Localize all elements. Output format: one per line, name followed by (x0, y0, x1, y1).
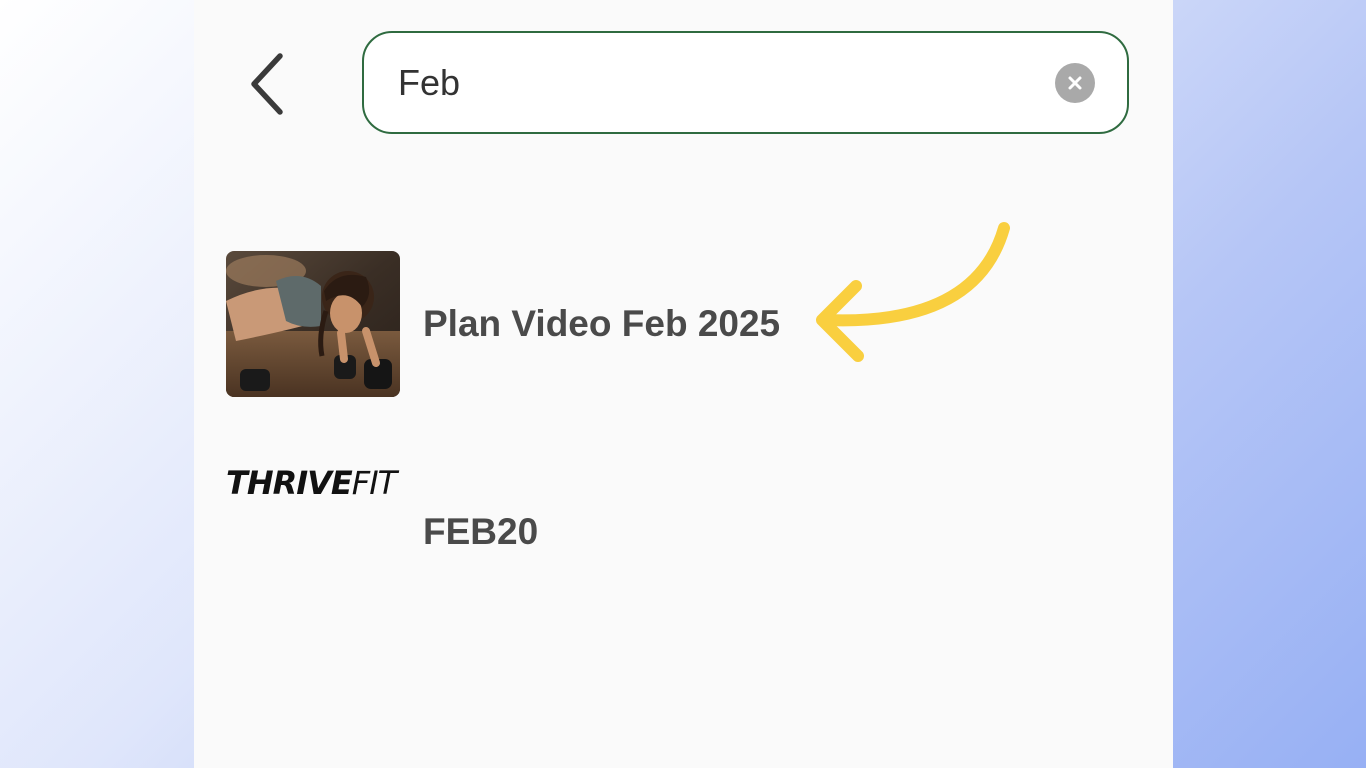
search-input[interactable] (398, 33, 1038, 132)
search-result-item[interactable]: Plan Video Feb 2025 (226, 251, 826, 397)
chevron-left-icon (251, 53, 283, 115)
curved-arrow-icon (816, 222, 1010, 362)
back-button[interactable] (226, 38, 310, 130)
logo-strong: THRIVE (226, 464, 353, 502)
logo-light: FIT (351, 464, 397, 502)
search-field[interactable] (362, 31, 1129, 134)
close-icon (1068, 76, 1082, 90)
thrivefit-logo: THRIVEFIT (226, 464, 397, 502)
clear-search-button[interactable] (1055, 63, 1095, 103)
result-title: FEB20 (423, 511, 539, 552)
search-result-item[interactable]: THRIVEFIT FEB20 (226, 456, 826, 556)
result-title: Plan Video Feb 2025 (423, 303, 781, 344)
workout-thumbnail (226, 251, 400, 397)
